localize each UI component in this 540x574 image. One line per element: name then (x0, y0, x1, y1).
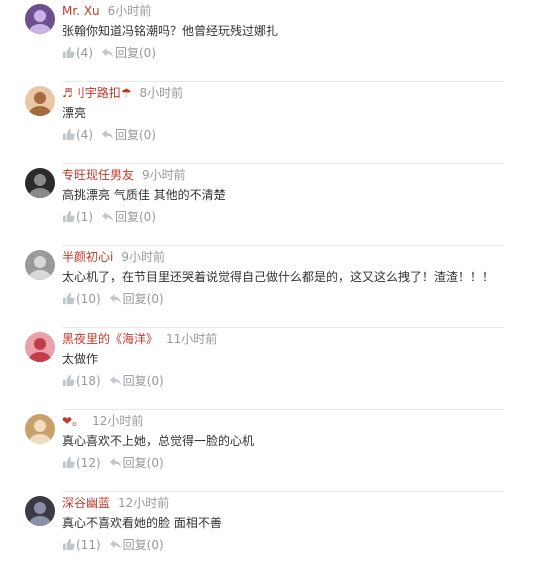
like-count: (10) (76, 291, 101, 306)
like-button[interactable]: (4) (62, 126, 93, 144)
username-link[interactable]: ♬刂宇路扣☂ (62, 86, 132, 100)
avatar-image-icon (25, 332, 55, 362)
reply-button[interactable]: 回复(0) (109, 290, 164, 308)
reply-button[interactable]: 回复(0) (109, 372, 164, 390)
reply-arrow-icon (109, 292, 123, 305)
comment-meta: 黑夜里的《海洋》 11小时前 (62, 330, 217, 348)
like-button[interactable]: (12) (62, 454, 101, 472)
avatar[interactable] (25, 496, 55, 526)
avatar-image-icon (25, 250, 55, 280)
comment-text: 真心喜欢不上她，总觉得一脸的心机 (62, 434, 255, 448)
reply-button[interactable]: 回复(0) (101, 208, 156, 226)
comment-item: 半颜初心i 9小时前太心机了，在节目里还哭着说觉得自己做什么都是的，这又这么拽了！… (0, 246, 540, 328)
avatar-image-icon (25, 414, 55, 444)
comment-meta: ❤。 12小时前 (62, 412, 143, 430)
comment-item: ♬刂宇路扣☂ 8小时前漂亮 (4) 回复(0) (0, 82, 540, 164)
like-count: (4) (76, 45, 93, 60)
like-button[interactable]: (18) (62, 372, 101, 390)
reply-label: 回复(0) (122, 373, 164, 388)
reply-arrow-icon (101, 46, 115, 59)
comment-text: 张翰你知道冯铭潮吗？他曾经玩残过娜扎 (62, 24, 279, 38)
comment-text: 太心机了，在节目里还哭着说觉得自己做什么都是的，这又这么拽了！渣渣！！！ (62, 270, 495, 284)
username-link[interactable]: 半颜初心i (62, 250, 113, 264)
comment-meta: 深谷幽蓝 12小时前 (62, 494, 169, 512)
avatar[interactable] (25, 86, 55, 116)
avatar[interactable] (25, 250, 55, 280)
reply-arrow-icon (109, 374, 123, 387)
username-link[interactable]: 黑夜里的《海洋》 (62, 332, 158, 346)
like-count: (12) (76, 455, 101, 470)
avatar-image-icon (25, 168, 55, 198)
thumbs-up-icon (62, 210, 76, 223)
username-link[interactable]: Mr. Xu (62, 4, 100, 18)
username-link[interactable]: ❤。 (62, 414, 84, 428)
thumbs-up-icon (62, 128, 76, 141)
comment-item: 深谷幽蓝 12小时前真心不喜欢看她的脸 面相不善 (11) 回复(0) (0, 492, 540, 574)
reply-label: 回复(0) (122, 537, 164, 552)
comment-time: 9小时前 (121, 250, 165, 264)
reply-arrow-icon (101, 210, 115, 223)
comment-meta: 专旺现任男友 9小时前 (62, 166, 186, 184)
comment-actions: (18) 回复(0) (62, 371, 164, 390)
comment-time: 12小时前 (92, 414, 144, 428)
comment-time: 8小时前 (139, 86, 184, 100)
comment-text: 高挑漂亮 气质佳 其他的不清楚 (62, 188, 226, 202)
avatar[interactable] (25, 168, 55, 198)
comment-item: Mr. Xu 6小时前张翰你知道冯铭潮吗？他曾经玩残过娜扎 (4) 回复(0) (0, 0, 540, 82)
comment-time: 12小时前 (118, 496, 170, 510)
username-link[interactable]: 深谷幽蓝 (62, 496, 110, 510)
comment-text: 太做作 (62, 352, 99, 366)
comment-actions: (10) 回复(0) (62, 289, 164, 308)
avatar-image-icon (25, 4, 55, 34)
comment-item: ❤。 12小时前真心喜欢不上她，总觉得一脸的心机 (12) 回复(0) (0, 410, 540, 492)
like-count: (11) (76, 537, 101, 552)
avatar-image-icon (25, 86, 55, 116)
like-button[interactable]: (1) (62, 208, 93, 226)
thumbs-up-icon (62, 456, 76, 469)
like-button[interactable]: (4) (62, 44, 93, 62)
reply-button[interactable]: 回复(0) (101, 126, 156, 144)
like-count: (18) (76, 373, 101, 388)
reply-button[interactable]: 回复(0) (109, 536, 164, 554)
comment-time: 6小时前 (107, 4, 152, 18)
reply-label: 回复(0) (115, 127, 156, 142)
avatar-image-icon (25, 496, 55, 526)
like-count: (1) (76, 209, 93, 224)
comment-actions: (4) 回复(0) (62, 125, 156, 144)
avatar[interactable] (25, 414, 55, 444)
reply-label: 回复(0) (122, 455, 164, 470)
avatar[interactable] (25, 4, 55, 34)
comment-time: 9小时前 (142, 168, 186, 182)
like-button[interactable]: (10) (62, 290, 101, 308)
reply-button[interactable]: 回复(0) (109, 454, 164, 472)
comment-actions: (1) 回复(0) (62, 207, 156, 226)
comment-item: 专旺现任男友 9小时前高挑漂亮 气质佳 其他的不清楚 (1) 回复(0) (0, 164, 540, 246)
comment-time: 11小时前 (166, 332, 218, 346)
comment-actions: (12) 回复(0) (62, 453, 164, 472)
comment-actions: (4) 回复(0) (62, 43, 156, 62)
thumbs-up-icon (62, 538, 76, 551)
reply-label: 回复(0) (115, 209, 156, 224)
reply-arrow-icon (109, 456, 123, 469)
like-button[interactable]: (11) (62, 536, 101, 554)
comment-text: 真心不喜欢看她的脸 面相不善 (62, 516, 222, 530)
reply-label: 回复(0) (115, 45, 156, 60)
thumbs-up-icon (62, 292, 76, 305)
comment-actions: (11) 回复(0) (62, 535, 164, 554)
like-count: (4) (76, 127, 93, 142)
reply-label: 回复(0) (122, 291, 164, 306)
reply-arrow-icon (101, 128, 115, 141)
username-link[interactable]: 专旺现任男友 (62, 168, 134, 182)
thumbs-up-icon (62, 46, 76, 59)
reply-button[interactable]: 回复(0) (101, 44, 156, 62)
comment-meta: Mr. Xu 6小时前 (62, 2, 151, 20)
comment-text: 漂亮 (62, 106, 87, 120)
thumbs-up-icon (62, 374, 76, 387)
comment-item: 黑夜里的《海洋》 11小时前太做作 (18) 回复(0) (0, 328, 540, 410)
comment-meta: 半颜初心i 9小时前 (62, 248, 165, 266)
comment-meta: ♬刂宇路扣☂ 8小时前 (62, 84, 183, 102)
avatar[interactable] (25, 332, 55, 362)
reply-arrow-icon (109, 538, 123, 551)
